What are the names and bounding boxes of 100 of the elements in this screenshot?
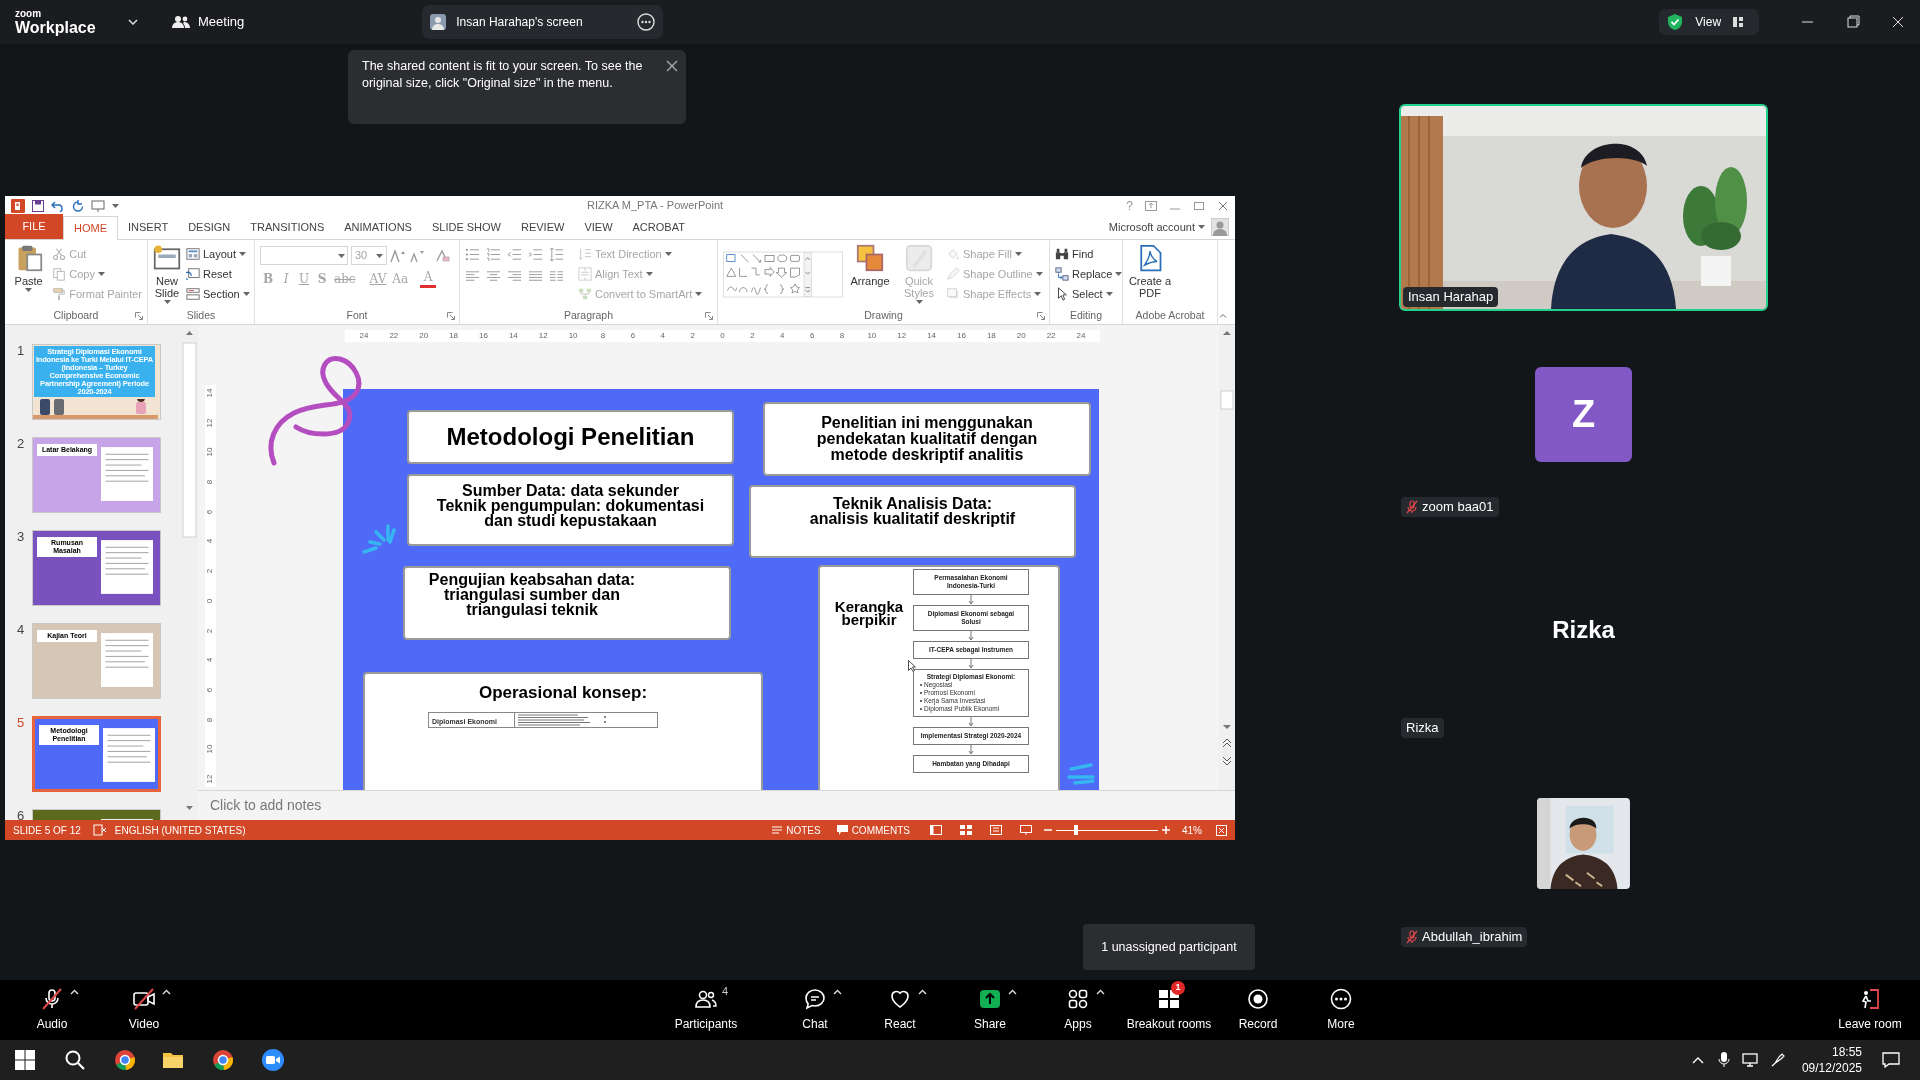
caret-up-icon[interactable] — [918, 989, 927, 995]
browser-icon[interactable] — [113, 1048, 137, 1072]
ribbon-tab[interactable]: ACROBAT — [622, 216, 695, 239]
toolbar-button[interactable]: 1 Breakout rooms — [1119, 984, 1219, 1036]
ribbon-button[interactable]: Reset — [186, 264, 250, 284]
share-tab[interactable]: Insan Harahap's screen — [422, 5, 664, 39]
ribbon-button[interactable]: Arrange — [848, 244, 892, 287]
language-indicator[interactable]: ENGLISH (UNITED STATES) — [114, 822, 246, 838]
search-icon[interactable] — [63, 1048, 87, 1072]
ribbon-tab[interactable]: REVIEW — [511, 216, 575, 239]
ruler-number: 14 — [926, 332, 937, 340]
notes-placeholder[interactable]: Click to add notes — [210, 795, 322, 816]
microphone-icon[interactable] — [1717, 1052, 1730, 1068]
align-left-icon[interactable] — [465, 269, 480, 284]
ribbon-tab[interactable]: ANIMATIONS — [334, 216, 422, 239]
clear-formatting-icon[interactable] — [434, 248, 450, 263]
increase-font-size-icon[interactable] — [390, 248, 406, 263]
ribbon-button[interactable]: Paste — [10, 244, 48, 292]
caret-up-icon[interactable] — [1096, 989, 1105, 995]
display-options-icon[interactable] — [1145, 200, 1157, 211]
ribbon-button[interactable]: Layout — [186, 244, 250, 264]
ruler-number: 2 — [689, 332, 696, 340]
ribbon-button[interactable]: Find — [1055, 244, 1123, 264]
reading-view-icon[interactable] — [990, 825, 1002, 835]
caret-up-icon[interactable] — [70, 989, 79, 995]
comments-button[interactable]: COMMENTS — [836, 822, 910, 838]
decrease-font-size-icon[interactable] — [409, 248, 425, 263]
align-right-icon[interactable] — [507, 269, 522, 284]
ribbon-tab[interactable]: SLIDE SHOW — [421, 216, 511, 239]
ribbon-button[interactable]: Create a PDF — [1128, 244, 1172, 299]
connector-arrow — [968, 717, 974, 727]
pen-icon[interactable] — [1769, 1052, 1786, 1068]
normal-view-icon[interactable] — [930, 825, 942, 835]
decrease-indent-icon[interactable] — [507, 247, 522, 262]
zoom-level[interactable]: 41% — [1182, 822, 1202, 838]
zoom-in-icon[interactable] — [1162, 826, 1170, 834]
dialog-launcher-icon[interactable] — [1037, 312, 1045, 320]
fit-slide-icon[interactable] — [1216, 824, 1227, 836]
ribbon-tab[interactable]: TRANSITIONS — [240, 216, 335, 239]
start-icon[interactable] — [13, 1048, 37, 1072]
toolbar-button[interactable]: Audio — [17, 984, 87, 1036]
align-center-icon[interactable] — [486, 269, 501, 284]
clock[interactable]: 18:55 09/12/2025 — [1801, 1044, 1862, 1076]
columns-icon[interactable] — [549, 269, 564, 284]
save-icon[interactable] — [32, 199, 44, 212]
line-spacing-icon[interactable] — [549, 247, 564, 262]
increase-indent-icon[interactable] — [528, 247, 543, 262]
video-meeting-app-icon[interactable] — [261, 1048, 285, 1072]
dialog-launcher-icon[interactable] — [135, 312, 143, 320]
network-icon[interactable] — [1741, 1053, 1760, 1067]
ribbon-button[interactable]: Replace — [1055, 264, 1123, 284]
spelling-icon[interactable] — [92, 824, 107, 836]
bullets-icon[interactable] — [465, 247, 480, 262]
zoom-slider[interactable] — [1056, 825, 1158, 835]
ribbon-tab[interactable]: VIEW — [574, 216, 623, 239]
ribbon-button[interactable]: Section — [186, 284, 250, 304]
more-icon[interactable] — [637, 13, 656, 31]
meeting-button[interactable]: Meeting — [172, 12, 245, 32]
redo-icon[interactable] — [72, 199, 84, 212]
account-button[interactable]: Microsoft account — [1108, 218, 1229, 236]
caret-down-icon[interactable] — [128, 19, 138, 25]
toolbar-button[interactable]: More — [1306, 984, 1376, 1036]
slide-sorter-icon[interactable] — [960, 825, 972, 835]
toolbar-button[interactable]: Chat — [780, 984, 850, 1036]
ribbon-tab[interactable]: HOME — [63, 216, 118, 240]
toolbar-button[interactable]: Leave room — [1825, 984, 1915, 1036]
caret-up-icon[interactable] — [162, 989, 171, 995]
ribbon-tab[interactable]: DESIGN — [178, 216, 241, 239]
justify-icon[interactable] — [528, 269, 543, 284]
new-slide-icon — [153, 244, 181, 272]
slide-text-box: Sumber Data: data sekunder Teknik pengumpulan: dokumentasi dan studi kepustakaan — [407, 474, 734, 546]
connector-arrow — [968, 631, 974, 641]
toolbar-button[interactable]: React — [865, 984, 935, 1036]
toolbar-button[interactable]: 4 Participants — [661, 984, 751, 1036]
ribbon-tab[interactable]: FILE — [5, 214, 63, 239]
ribbon-button[interactable]: Select — [1055, 284, 1123, 304]
presentation-icon[interactable] — [91, 199, 105, 212]
dialog-launcher-icon[interactable] — [705, 312, 713, 320]
toolbar-button[interactable]: Record — [1223, 984, 1293, 1036]
toolbar-button[interactable]: Video — [109, 984, 179, 1036]
caret-down-icon — [645, 272, 653, 276]
slideshow-icon[interactable] — [1020, 825, 1032, 835]
browser-icon[interactable] — [211, 1048, 235, 1072]
ruler-number: 12 — [896, 332, 907, 340]
slider-thumb[interactable] — [1074, 825, 1079, 835]
toolbar-button[interactable]: Share — [955, 984, 1025, 1036]
view-button[interactable]: View — [1659, 9, 1760, 35]
toolbar-button[interactable]: Apps — [1043, 984, 1113, 1036]
ribbon-tab[interactable]: INSERT — [118, 216, 179, 239]
numbering-icon[interactable] — [486, 247, 501, 262]
undo-icon[interactable] — [51, 199, 65, 212]
close-icon[interactable] — [666, 60, 678, 72]
caret-up-icon[interactable] — [1008, 989, 1017, 995]
zoom-out-icon[interactable] — [1044, 826, 1052, 834]
maximize-icon[interactable] — [1193, 200, 1205, 211]
caret-up-icon[interactable] — [833, 989, 842, 995]
notifications-icon[interactable] — [1882, 1052, 1900, 1068]
notes-button[interactable]: NOTES — [772, 822, 821, 838]
ribbon-button[interactable]: New Slide — [153, 244, 181, 304]
font-name-field[interactable] — [260, 246, 348, 265]
